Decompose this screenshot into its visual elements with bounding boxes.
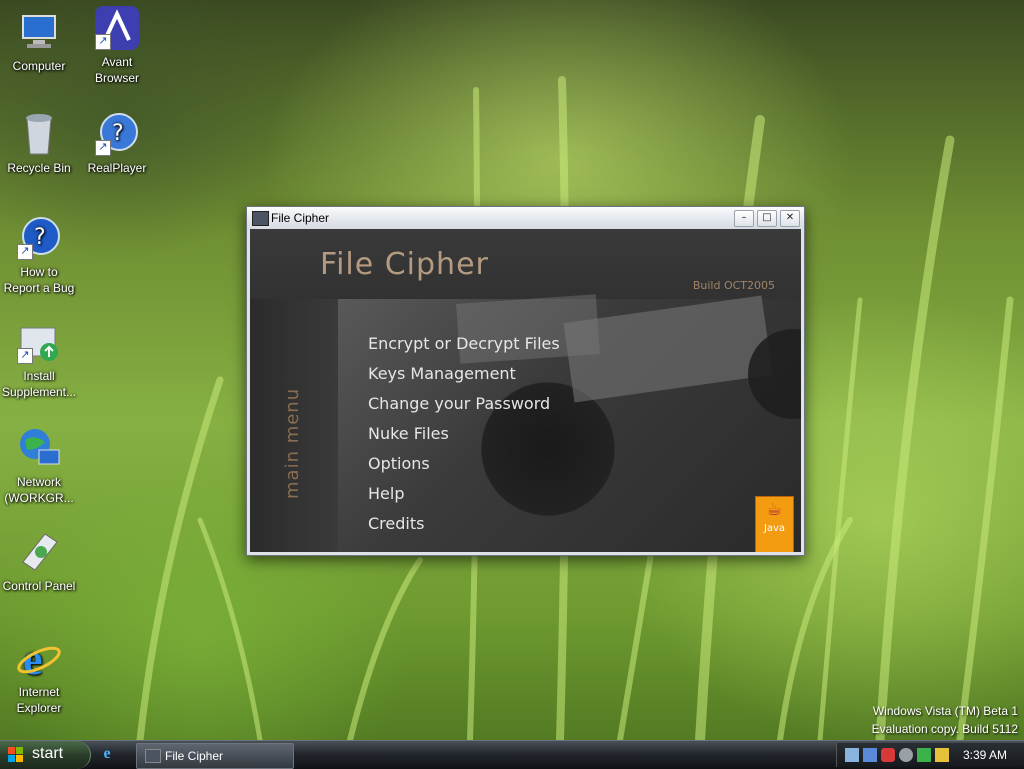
desktop-icon-internet-explorer[interactable]: e Internet Explorer	[0, 634, 78, 716]
desktop-icon-label: Avant Browser	[94, 55, 139, 85]
file-cipher-app-icon	[252, 211, 269, 226]
tray-security-shield-icon[interactable]	[881, 748, 895, 762]
network-globe-icon	[15, 424, 63, 472]
desktop-icon-label: How to Report a Bug	[3, 265, 75, 295]
taskbar-clock[interactable]: 3:39 AM	[963, 748, 1007, 762]
menu-item-encrypt-decrypt[interactable]: Encrypt or Decrypt Files	[368, 333, 560, 363]
taskbar: start e File Cipher 3:39 AM	[0, 740, 1024, 769]
desktop-icon-label: Install Supplement...	[1, 369, 77, 399]
shortcut-arrow-icon: ↗	[17, 348, 33, 364]
desktop-icon-label: RealPlayer	[87, 161, 147, 175]
desktop-icon-avant-browser[interactable]: ↗ Avant Browser	[78, 4, 156, 86]
desktop-icon-computer[interactable]: Computer	[0, 8, 78, 74]
recycle-bin-icon	[15, 110, 63, 158]
main-menu: Encrypt or Decrypt Files Keys Management…	[368, 333, 560, 543]
watermark-line-2: Evaluation copy. Build 5112	[871, 722, 1018, 736]
watermark-line-1: Windows Vista (TM) Beta 1	[872, 704, 1018, 718]
java-logo: ☕ Java	[755, 496, 794, 552]
help-question-icon: ? ↗	[15, 214, 63, 262]
shortcut-arrow-icon: ↗	[17, 244, 33, 260]
svg-text:?: ?	[34, 225, 46, 250]
build-label: Build OCT2005	[692, 279, 775, 292]
maximize-button[interactable]: □	[757, 210, 777, 227]
window-title: File Cipher	[271, 211, 330, 225]
desktop-icon-realplayer[interactable]: ? ↗ RealPlayer	[78, 110, 156, 176]
tray-network-icon[interactable]	[863, 748, 877, 762]
desktop-icon-network[interactable]: Network (WORKGR...	[0, 424, 78, 506]
desktop-icon-label: Recycle Bin	[7, 161, 71, 175]
shortcut-arrow-icon: ↗	[95, 140, 111, 156]
desktop-icon-report-bug[interactable]: ? ↗ How to Report a Bug	[0, 214, 78, 296]
close-button[interactable]: ✕	[780, 210, 800, 227]
window-titlebar[interactable]: File Cipher – □ ✕	[247, 207, 804, 229]
windows-flag-icon	[8, 747, 24, 763]
internet-explorer-icon: e	[15, 634, 63, 684]
menu-item-options[interactable]: Options	[368, 453, 560, 483]
menu-item-nuke-files[interactable]: Nuke Files	[368, 423, 560, 453]
java-cup-icon: ☕	[766, 499, 783, 520]
desktop-icon-label: Control Panel	[2, 579, 76, 593]
file-cipher-window[interactable]: File Cipher – □ ✕ File Cipher Build OCT2…	[246, 206, 805, 556]
install-package-icon: ↗	[15, 318, 63, 366]
file-cipher-app-icon	[145, 749, 161, 763]
system-tray: 3:39 AM	[836, 743, 1024, 767]
desktop-icon-control-panel[interactable]: Control Panel	[0, 528, 78, 594]
tray-speaker-icon[interactable]	[899, 748, 913, 762]
realplayer-icon: ? ↗	[93, 110, 141, 158]
java-logo-text: Java	[763, 523, 786, 534]
taskbar-button-file-cipher[interactable]: File Cipher	[136, 743, 294, 769]
control-panel-icon	[15, 528, 63, 576]
desktop-icon-label: Computer	[12, 59, 66, 73]
main-menu-vertical-title: main menu	[282, 387, 303, 499]
start-label: start	[32, 745, 64, 762]
desktop-icon-label: Internet Explorer	[16, 685, 62, 715]
app-title: File Cipher	[320, 247, 489, 282]
menu-item-credits[interactable]: Credits	[368, 513, 560, 543]
minimize-button[interactable]: –	[734, 210, 754, 227]
window-client-area: File Cipher Build OCT2005 main menu Encr…	[250, 229, 801, 552]
avant-browser-icon: ↗	[93, 4, 141, 52]
windows-watermark: Windows Vista (TM) Beta 1 Evaluation cop…	[872, 702, 1018, 738]
start-button[interactable]: start	[0, 741, 91, 769]
tray-display-icon[interactable]	[845, 748, 859, 762]
quicklaunch-ie-icon[interactable]: e	[98, 745, 116, 763]
desktop-icon-label: Network (WORKGR...	[4, 475, 74, 505]
computer-icon	[15, 8, 63, 56]
tray-battery-icon[interactable]	[917, 748, 931, 762]
menu-item-keys-management[interactable]: Keys Management	[368, 363, 560, 393]
menu-item-help[interactable]: Help	[368, 483, 560, 513]
menu-item-change-password[interactable]: Change your Password	[368, 393, 560, 423]
taskbar-button-label: File Cipher	[165, 749, 224, 763]
svg-text:?: ?	[112, 121, 124, 146]
tray-update-icon[interactable]	[935, 748, 949, 762]
desktop-icon-install-supplement[interactable]: ↗ Install Supplement...	[0, 318, 78, 400]
shortcut-arrow-icon: ↗	[95, 34, 111, 50]
desktop-icon-recycle-bin[interactable]: Recycle Bin	[0, 110, 78, 176]
